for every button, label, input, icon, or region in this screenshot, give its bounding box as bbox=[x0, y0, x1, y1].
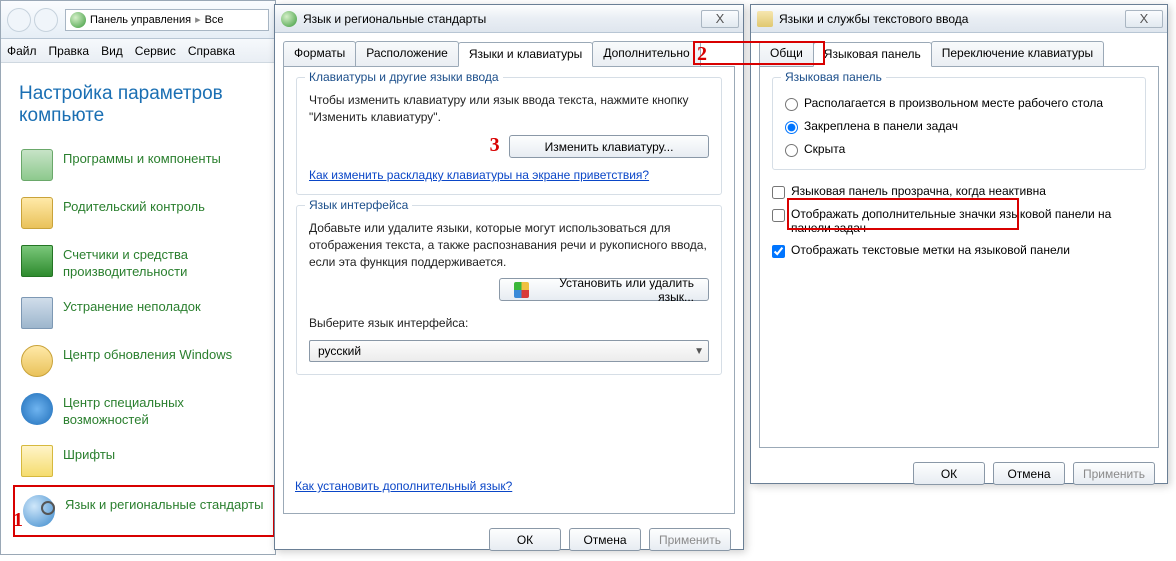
menu-edit[interactable]: Правка bbox=[49, 44, 90, 58]
group-ui-legend: Язык интерфейса bbox=[305, 198, 412, 212]
close-button[interactable]: Χ bbox=[1125, 10, 1163, 28]
apply-button[interactable]: Применить bbox=[649, 528, 731, 551]
chk-extra-icons[interactable]: Отображать дополнительные значки языково… bbox=[772, 203, 1146, 239]
radio-hidden-input[interactable] bbox=[785, 144, 798, 157]
ui-language-dropdown[interactable]: русский ▼ bbox=[309, 340, 709, 362]
annotation-2: 2 bbox=[697, 43, 707, 66]
page-title: Настройка параметров компьюте bbox=[1, 63, 275, 133]
shield-icon bbox=[514, 282, 529, 298]
close-button[interactable]: Χ bbox=[701, 10, 739, 28]
group-keyboards-legend: Клавиатуры и другие языки ввода bbox=[305, 70, 503, 84]
region-icon bbox=[23, 495, 55, 527]
chk-text-labels-input[interactable] bbox=[772, 245, 785, 258]
item-troubleshoot[interactable]: Устранение неполадок bbox=[13, 289, 275, 337]
item-performance[interactable]: Счетчики и средства производительности bbox=[13, 237, 275, 289]
dialog-title: Язык и региональные стандарты bbox=[303, 12, 701, 26]
tab-switch-keyboard[interactable]: Переключение клавиатуры bbox=[931, 41, 1104, 66]
text-services-dialog: Языки и службы текстового ввода Χ Общи Я… bbox=[750, 4, 1168, 484]
apply-button[interactable]: Применить bbox=[1073, 462, 1155, 485]
region-language-dialog: Язык и региональные стандарты Χ Форматы … bbox=[274, 4, 744, 550]
item-region-language[interactable]: Язык и региональные стандарты bbox=[13, 485, 275, 537]
group-ui-text: Добавьте или удалите языки, которые могу… bbox=[309, 220, 709, 270]
address-bar[interactable]: Панель управления ▸ Все bbox=[65, 9, 269, 31]
troubleshoot-icon bbox=[21, 297, 53, 329]
tab-location[interactable]: Расположение bbox=[355, 41, 459, 66]
menu-file[interactable]: Файл bbox=[7, 44, 37, 58]
tab-formats[interactable]: Форматы bbox=[283, 41, 356, 66]
ok-button[interactable]: ОК bbox=[489, 528, 561, 551]
install-language-button[interactable]: Установить или удалить язык... bbox=[499, 278, 709, 301]
chk-transparent-input[interactable] bbox=[772, 186, 785, 199]
address-icon bbox=[70, 12, 86, 28]
cancel-button[interactable]: Отмена bbox=[569, 528, 641, 551]
chk-extra-icons-input[interactable] bbox=[772, 209, 785, 222]
chk-transparent[interactable]: Языковая панель прозрачна, когда неактив… bbox=[772, 180, 1146, 203]
cancel-button[interactable]: Отмена bbox=[993, 462, 1065, 485]
dialog-icon bbox=[757, 11, 773, 27]
control-panel-window: Панель управления ▸ Все Файл Правка Вид … bbox=[0, 0, 276, 555]
item-parental[interactable]: Родительский контроль bbox=[13, 189, 275, 237]
menu-service[interactable]: Сервис bbox=[135, 44, 176, 58]
menu-bar: Файл Правка Вид Сервис Справка bbox=[1, 39, 275, 63]
item-windows-update[interactable]: Центр обновления Windows bbox=[13, 337, 275, 385]
group-language-panel-legend: Языковая панель bbox=[781, 70, 886, 84]
performance-icon bbox=[21, 245, 53, 277]
annotation-1: 1 bbox=[13, 509, 23, 532]
chk-text-labels[interactable]: Отображать текстовые метки на языковой п… bbox=[772, 239, 1146, 262]
nav-forward-button[interactable] bbox=[34, 8, 58, 32]
menu-help[interactable]: Справка bbox=[188, 44, 235, 58]
link-welcome-screen[interactable]: Как изменить раскладку клавиатуры на экр… bbox=[309, 168, 709, 182]
select-ui-label: Выберите язык интерфейса: bbox=[309, 315, 709, 332]
radio-hidden[interactable]: Скрыта bbox=[785, 138, 1133, 161]
radio-taskbar[interactable]: Закреплена в панели задач bbox=[785, 115, 1133, 138]
fonts-icon bbox=[21, 445, 53, 477]
programs-icon bbox=[21, 149, 53, 181]
tab-advanced[interactable]: Дополнительно bbox=[592, 41, 700, 66]
group-keyboards: Клавиатуры и другие языки ввода Чтобы из… bbox=[296, 77, 722, 195]
accessibility-icon bbox=[21, 393, 53, 425]
item-programs[interactable]: Программы и компоненты bbox=[13, 141, 275, 189]
link-install-extra[interactable]: Как установить дополнительный язык? bbox=[295, 479, 512, 493]
item-fonts[interactable]: Шрифты bbox=[13, 437, 275, 485]
change-keyboard-button[interactable]: Изменить клавиатуру... bbox=[509, 135, 709, 158]
dropdown-value: русский bbox=[318, 344, 361, 358]
item-accessibility[interactable]: Центр специальных возможностей bbox=[13, 385, 275, 437]
tab-general[interactable]: Общи bbox=[759, 41, 814, 66]
group-ui-language: Язык интерфейса Добавьте или удалите язы… bbox=[296, 205, 722, 375]
address-root: Панель управления bbox=[90, 14, 191, 26]
group-keyboards-text: Чтобы изменить клавиатуру или язык ввода… bbox=[309, 92, 709, 126]
ok-button[interactable]: ОК bbox=[913, 462, 985, 485]
group-language-panel: Языковая панель Располагается в произвол… bbox=[772, 77, 1146, 170]
tab-language-panel[interactable]: Языковая панель bbox=[813, 42, 932, 67]
menu-view[interactable]: Вид bbox=[101, 44, 123, 58]
radio-taskbar-input[interactable] bbox=[785, 121, 798, 134]
radio-float[interactable]: Располагается в произвольном месте рабоч… bbox=[785, 92, 1133, 115]
address-rest: Все bbox=[205, 14, 224, 26]
dialog-title: Языки и службы текстового ввода bbox=[779, 12, 1125, 26]
dialog-icon bbox=[281, 11, 297, 27]
radio-float-input[interactable] bbox=[785, 98, 798, 111]
parental-icon bbox=[21, 197, 53, 229]
annotation-3: 3 bbox=[490, 134, 500, 156]
chevron-down-icon: ▼ bbox=[694, 346, 704, 357]
tab-keyboards[interactable]: Языки и клавиатуры bbox=[458, 42, 593, 67]
control-panel-list: Программы и компоненты Родительский конт… bbox=[1, 133, 275, 537]
nav-back-button[interactable] bbox=[7, 8, 31, 32]
windows-update-icon bbox=[21, 345, 53, 377]
